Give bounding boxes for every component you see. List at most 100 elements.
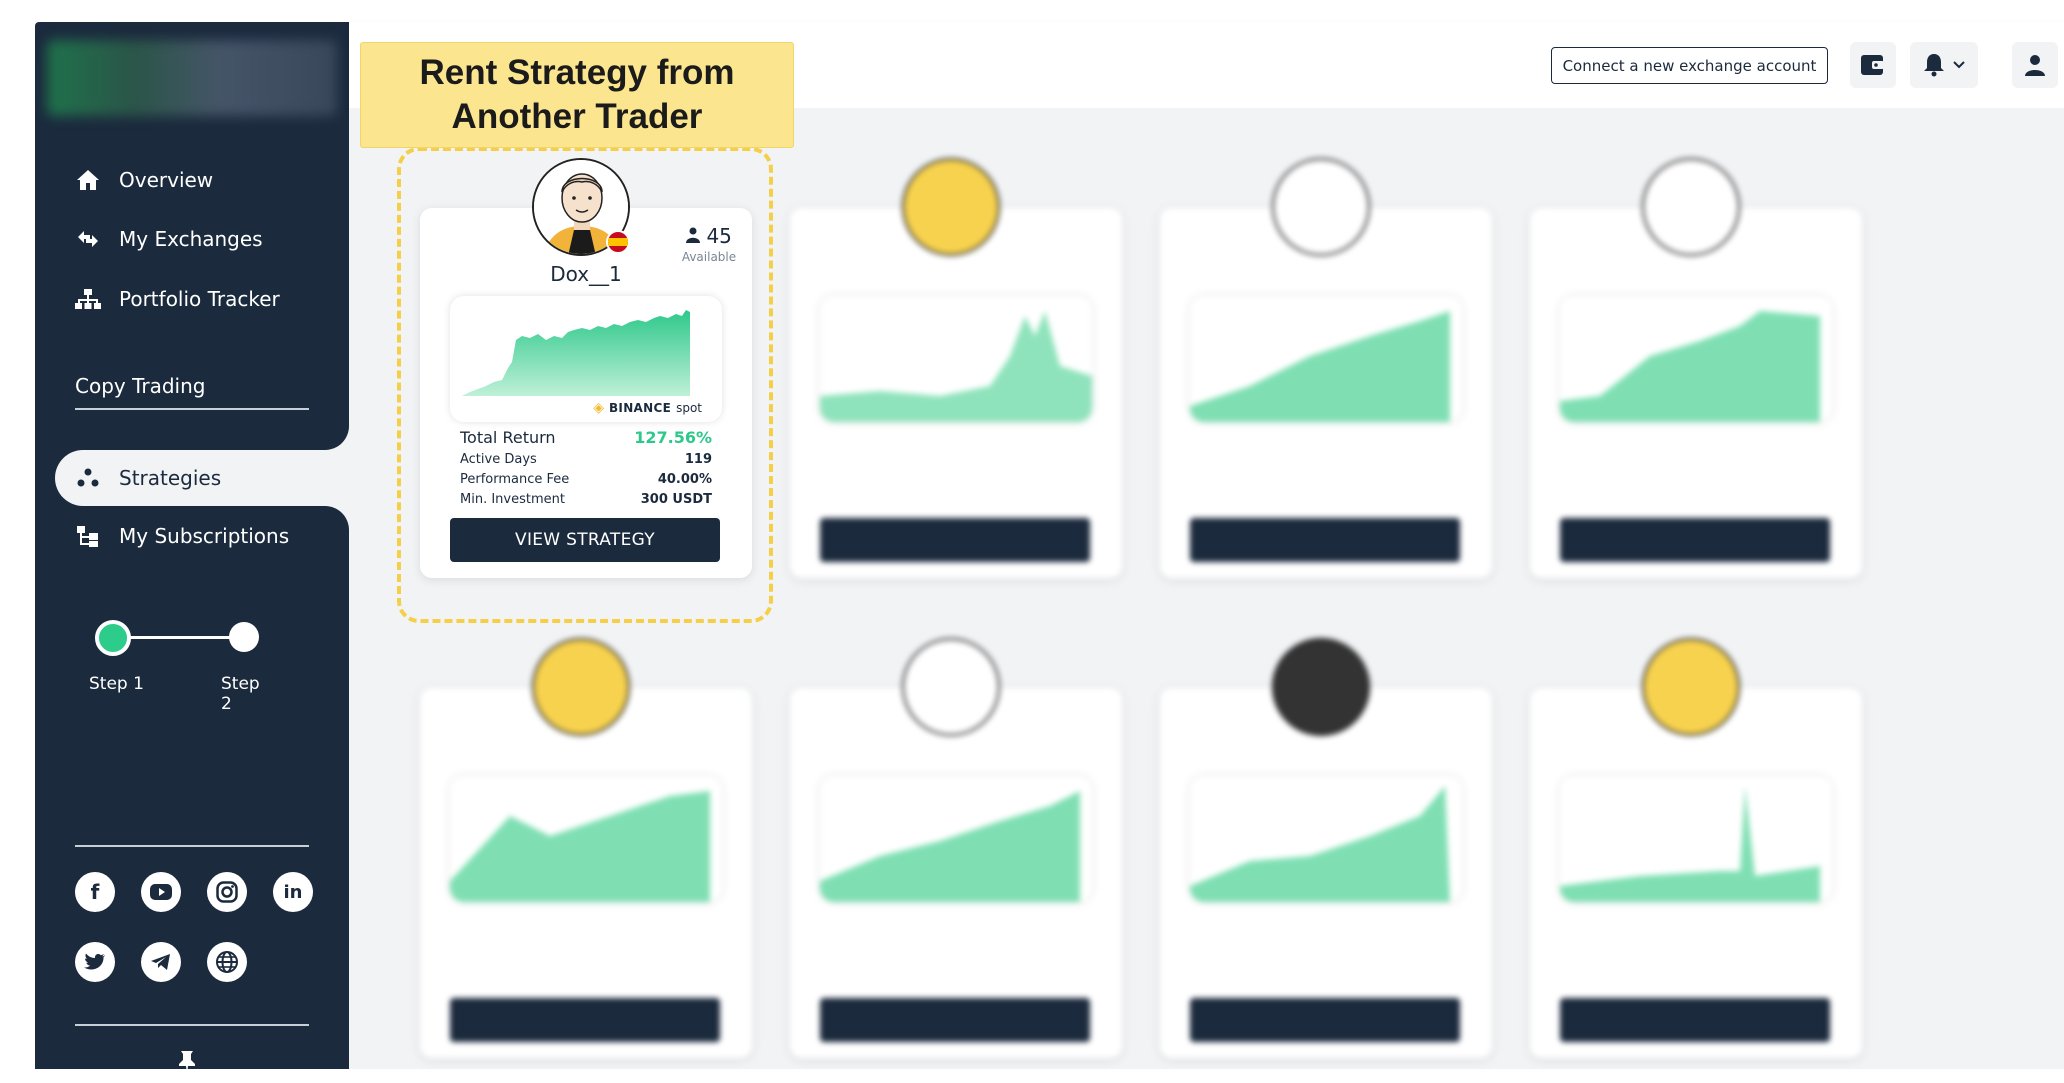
step-2-dot[interactable] — [229, 622, 259, 652]
strategy-chart — [1560, 296, 1832, 422]
divider — [75, 1024, 309, 1026]
view-strategy-button[interactable] — [1190, 518, 1460, 562]
stat-value: 300 USDT — [640, 491, 712, 507]
avatar — [902, 638, 1000, 736]
strategy-chart — [820, 776, 1092, 902]
facebook-icon[interactable]: f — [75, 872, 115, 912]
strategy-card[interactable] — [420, 638, 752, 1058]
available-label: Available — [681, 250, 737, 264]
trader-name: Dox__1 — [550, 262, 622, 286]
wallet-button[interactable] — [1850, 42, 1896, 88]
user-icon — [2025, 55, 2045, 76]
avatar — [1272, 158, 1370, 256]
strategy-chart — [1190, 776, 1462, 902]
strategy-card[interactable] — [1530, 158, 1862, 578]
sidebar-item-my-exchanges[interactable]: My Exchanges — [75, 219, 263, 259]
strategy-card[interactable] — [790, 158, 1122, 578]
step-connector — [113, 636, 243, 639]
strategies-icon — [75, 468, 101, 488]
banner-line-1: Rent Strategy from — [419, 53, 735, 92]
avatar — [1272, 638, 1370, 736]
stat-total-return: Total Return 127.56% — [460, 425, 712, 449]
hierarchy-icon — [75, 288, 101, 310]
avatar — [902, 158, 1000, 256]
avatar — [1642, 158, 1740, 256]
user-menu-button[interactable] — [2012, 42, 2058, 88]
wallet-icon — [1861, 55, 1884, 75]
notifications-button[interactable] — [1910, 42, 1978, 88]
sidebar-item-label: Portfolio Tracker — [119, 287, 280, 311]
sidebar-item-label: Strategies — [119, 466, 222, 490]
binance-icon: ◈ — [593, 400, 604, 416]
sidebar-item-my-subscriptions[interactable]: My Subscriptions — [75, 516, 289, 556]
sidebar-item-label: Overview — [119, 168, 214, 192]
sidebar-item-overview[interactable]: Overview — [75, 160, 213, 200]
twitter-icon[interactable] — [75, 942, 115, 982]
market-type: spot — [676, 401, 702, 415]
tutorial-banner: Rent Strategy from Another Trader — [360, 42, 794, 148]
strategy-card[interactable] — [1160, 638, 1492, 1058]
strategy-chart — [1190, 296, 1462, 422]
connect-exchange-button[interactable]: Connect a new exchange account — [1551, 47, 1828, 84]
chevron-down-icon — [1953, 61, 1965, 69]
stat-performance-fee: Performance Fee 40.00% — [460, 469, 712, 489]
stat-min-investment: Min. Investment 300 USDT — [460, 489, 712, 509]
step-1-label: Step 1 — [89, 674, 144, 694]
view-strategy-button[interactable] — [450, 998, 720, 1042]
step-progress: Step 1 Step 2 — [89, 618, 275, 714]
available-slots: 45 Available — [674, 224, 744, 264]
bell-icon — [1924, 54, 1944, 77]
strategy-chart: ◈ BINANCE spot — [450, 296, 722, 422]
strategy-card-featured[interactable]: Dox__1 45 Available ◈ BINANCE spot Total… — [420, 158, 752, 578]
strategy-card[interactable] — [1160, 158, 1492, 578]
view-strategy-button[interactable] — [1560, 518, 1830, 562]
avatar — [532, 638, 630, 736]
divider — [75, 845, 309, 847]
sidebar-item-label: My Subscriptions — [119, 524, 290, 548]
youtube-icon[interactable] — [141, 872, 181, 912]
strategy-card[interactable] — [790, 638, 1122, 1058]
stat-label: Total Return — [460, 427, 556, 447]
spain-flag-icon — [606, 230, 630, 254]
strategy-card[interactable] — [1530, 638, 1862, 1058]
divider — [75, 408, 309, 410]
step-1-dot[interactable] — [95, 620, 131, 656]
stat-value: 40.00% — [657, 471, 712, 487]
exchange-icon — [75, 229, 101, 249]
exchange-name: BINANCE — [608, 401, 672, 415]
available-count: 45 — [706, 224, 732, 248]
view-strategy-button[interactable] — [1190, 998, 1460, 1042]
sidebar-item-strategies[interactable]: Strategies — [75, 458, 221, 498]
view-strategy-button[interactable] — [820, 518, 1090, 562]
banner-line-2: Another Trader — [451, 97, 703, 136]
strategy-chart — [450, 776, 722, 902]
stat-active-days: Active Days 119 — [460, 449, 712, 469]
pin-icon[interactable] — [177, 1050, 197, 1083]
stat-label: Performance Fee — [460, 471, 570, 487]
stat-value: 127.56% — [634, 427, 712, 447]
strategy-chart — [1560, 776, 1832, 902]
strategy-chart — [820, 296, 1092, 422]
brand-logo[interactable] — [47, 40, 337, 116]
user-icon — [686, 227, 701, 243]
section-title-copy-trading: Copy Trading — [75, 374, 206, 398]
subscriptions-icon — [75, 525, 101, 547]
avatar — [1642, 638, 1740, 736]
globe-icon[interactable] — [207, 942, 247, 982]
telegram-icon[interactable] — [141, 942, 181, 982]
exchange-badge: ◈ BINANCE spot — [593, 400, 702, 416]
home-icon — [75, 169, 101, 191]
view-strategy-button[interactable] — [1560, 998, 1830, 1042]
stat-label: Min. Investment — [460, 491, 565, 507]
step-2-label: Step 2 — [221, 674, 260, 714]
instagram-icon[interactable] — [207, 872, 247, 912]
sidebar: Overview My Exchanges Portfolio Tracker … — [35, 22, 365, 1075]
stat-label: Active Days — [460, 451, 537, 467]
sidebar-item-label: My Exchanges — [119, 227, 263, 251]
view-strategy-button[interactable] — [820, 998, 1090, 1042]
strategy-stats: Total Return 127.56% Active Days 119 Per… — [460, 425, 712, 509]
sidebar-item-portfolio-tracker[interactable]: Portfolio Tracker — [75, 279, 280, 319]
stat-value: 119 — [684, 451, 712, 467]
view-strategy-button[interactable]: VIEW STRATEGY — [450, 518, 720, 562]
linkedin-icon[interactable]: in — [273, 872, 313, 912]
